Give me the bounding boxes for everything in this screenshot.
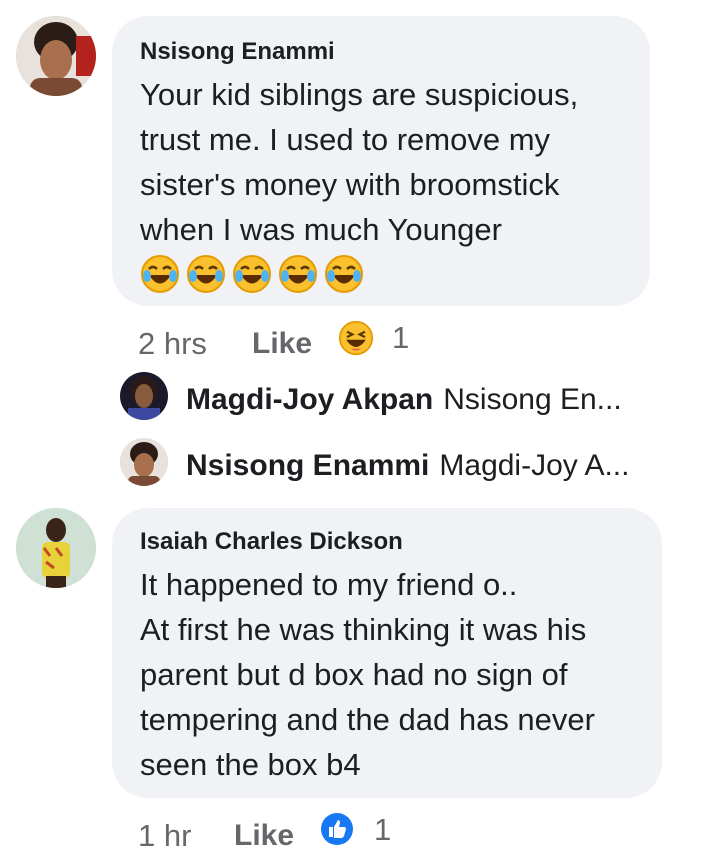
reaction-laughing-icon[interactable] <box>338 320 374 361</box>
reaction-count: 1 <box>374 812 392 847</box>
laughing-emoji-icon <box>141 255 179 293</box>
like-button[interactable]: Like <box>234 818 294 854</box>
comment-author[interactable]: Nsisong Enammi <box>140 38 578 66</box>
comment-bubble: Isaiah Charles Dickson It happened to my… <box>112 508 662 798</box>
avatar[interactable] <box>16 508 96 588</box>
reply-author[interactable]: Nsisong Enammi <box>186 449 429 482</box>
comment-time[interactable]: 2 hrs <box>138 326 207 362</box>
comment-author[interactable]: Isaiah Charles Dickson <box>140 528 595 556</box>
thumbs-up-icon[interactable] <box>320 812 354 851</box>
reply-text: Nsisong En... <box>443 383 622 416</box>
comment-text: Your kid siblings are suspicious, trust … <box>140 77 579 247</box>
reply-text: Magdi-Joy A... <box>439 449 630 482</box>
emoji-row <box>140 254 578 294</box>
reply-author[interactable]: Magdi-Joy Akpan <box>186 383 433 416</box>
comment-text: It happened to my friend o.. At first he… <box>140 567 595 782</box>
comment-time[interactable]: 1 hr <box>138 818 191 854</box>
reaction-count: 1 <box>392 320 410 355</box>
laughing-emoji-icon <box>233 255 271 293</box>
laughing-emoji-icon <box>325 255 363 293</box>
avatar[interactable] <box>16 16 96 96</box>
like-button[interactable]: Like <box>252 326 312 362</box>
comment-bubble: Nsisong Enammi Your kid siblings are sus… <box>112 16 650 306</box>
reply-preview[interactable]: Nsisong Enammi Magdi-Joy A... <box>186 448 666 489</box>
laughing-emoji-icon <box>187 255 225 293</box>
avatar[interactable] <box>120 438 168 486</box>
laughing-emoji-icon <box>279 255 317 293</box>
avatar[interactable] <box>120 372 168 420</box>
reply-preview[interactable]: Magdi-Joy Akpan Nsisong En... <box>186 382 666 423</box>
